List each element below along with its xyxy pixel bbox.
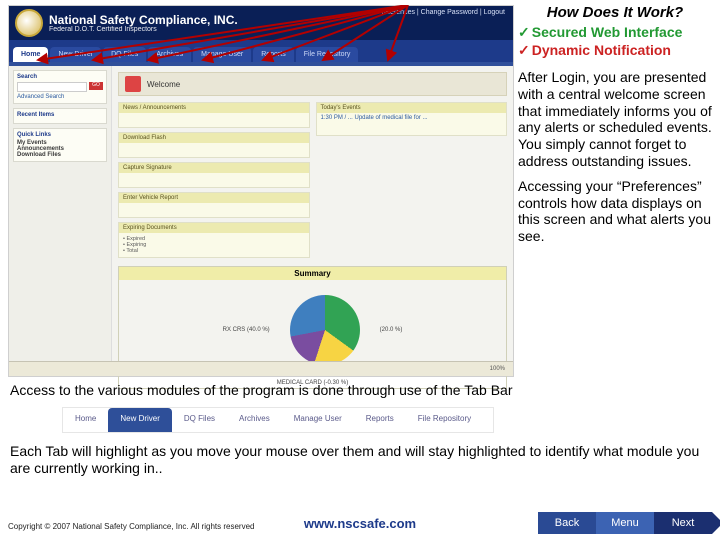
- slide-paragraph: Accessing your “Preferences” controls ho…: [518, 178, 712, 245]
- status-bar: 100%: [9, 361, 513, 376]
- t2-new-driver[interactable]: New Driver: [108, 408, 172, 432]
- box-heading: News / Announcements: [119, 103, 309, 113]
- expiring-row: • Total: [123, 248, 305, 254]
- description-1: Access to the various modules of the pro…: [10, 382, 710, 398]
- t2-file-repository[interactable]: File Repository: [406, 408, 483, 432]
- menu-button[interactable]: Menu: [596, 512, 654, 534]
- summary-legend-right: (20.0 %): [380, 327, 403, 333]
- go-button[interactable]: GO: [89, 82, 103, 90]
- t2-home[interactable]: Home: [63, 408, 108, 432]
- brand-subtitle: Federal D.O.T. Certified Inspectors: [49, 26, 238, 33]
- nav-buttons: Back Menu Next: [538, 512, 712, 534]
- summary-legend-left: RX CRS (40.0 %): [223, 327, 270, 333]
- left-sidebar: Search GO Advanced Search Recent Items Q…: [9, 66, 112, 376]
- header-links[interactable]: Preferences | Change Password | Logout: [377, 9, 505, 16]
- callout: How Does It Work? ✓Secured Web Interface…: [518, 2, 712, 245]
- feature-item: ✓Secured Web Interface: [518, 24, 712, 41]
- advanced-search-link[interactable]: Advanced Search: [17, 94, 103, 100]
- check-icon: ✓: [518, 42, 530, 58]
- box-heading: Download Flash: [119, 133, 309, 143]
- seal-icon: [15, 9, 43, 37]
- tab-dq-files[interactable]: DQ Files: [103, 47, 146, 62]
- box-heading: Capture Signature: [119, 163, 309, 173]
- welcome-text: Welcome: [147, 80, 180, 89]
- zoom-level: 100%: [490, 366, 505, 372]
- expiring-heading: Expiring Documents: [119, 223, 309, 233]
- main-area: Welcome News / Announcements Download Fl…: [112, 66, 513, 376]
- tab-new-driver[interactable]: New Driver: [50, 47, 101, 62]
- pie-chart: [290, 295, 360, 365]
- tabbar-example: Home New Driver DQ Files Archives Manage…: [62, 407, 494, 433]
- back-button[interactable]: Back: [538, 512, 596, 534]
- tab-archives[interactable]: Archives: [148, 47, 191, 62]
- search-input[interactable]: [17, 82, 87, 92]
- slide-title: How Does It Work?: [518, 4, 712, 21]
- t2-dq-files[interactable]: DQ Files: [172, 408, 227, 432]
- recent-items-heading: Recent Items: [17, 112, 103, 118]
- summary-heading: Summary: [119, 267, 506, 280]
- feature-item: ✓Dynamic Notification: [518, 42, 712, 59]
- tab-home[interactable]: Home: [13, 47, 48, 62]
- slide-paragraph: After Login, you are presented with a ce…: [518, 69, 712, 170]
- t2-reports[interactable]: Reports: [354, 408, 406, 432]
- tab-reports[interactable]: Reports: [253, 47, 294, 62]
- search-heading: Search: [17, 74, 103, 80]
- alert-icon: [125, 76, 141, 92]
- today-item: 1:30 PM / ... Update of medical file for…: [317, 113, 507, 135]
- quick-links-heading: Quick Links: [17, 132, 103, 138]
- app-header: National Safety Compliance, INC. Federal…: [9, 6, 513, 40]
- check-icon: ✓: [518, 24, 530, 40]
- brand-title: National Safety Compliance, INC.: [49, 14, 238, 26]
- box-heading: Enter Vehicle Report: [119, 193, 309, 203]
- next-button[interactable]: Next: [654, 512, 712, 534]
- description-2: Each Tab will highlight as you move your…: [10, 443, 710, 477]
- today-heading: Today's Events: [317, 103, 507, 113]
- t2-manage-user[interactable]: Manage User: [282, 408, 354, 432]
- t2-archives[interactable]: Archives: [227, 408, 282, 432]
- app-tabbar: Home New Driver DQ Files Archives Manage…: [9, 40, 513, 66]
- tab-file-repository[interactable]: File Repository: [296, 47, 359, 62]
- quick-link[interactable]: Download Files: [17, 152, 103, 158]
- tab-manage-user[interactable]: Manage User: [193, 47, 251, 62]
- welcome-bar: Welcome: [118, 72, 507, 96]
- app-screenshot: National Safety Compliance, INC. Federal…: [8, 5, 514, 377]
